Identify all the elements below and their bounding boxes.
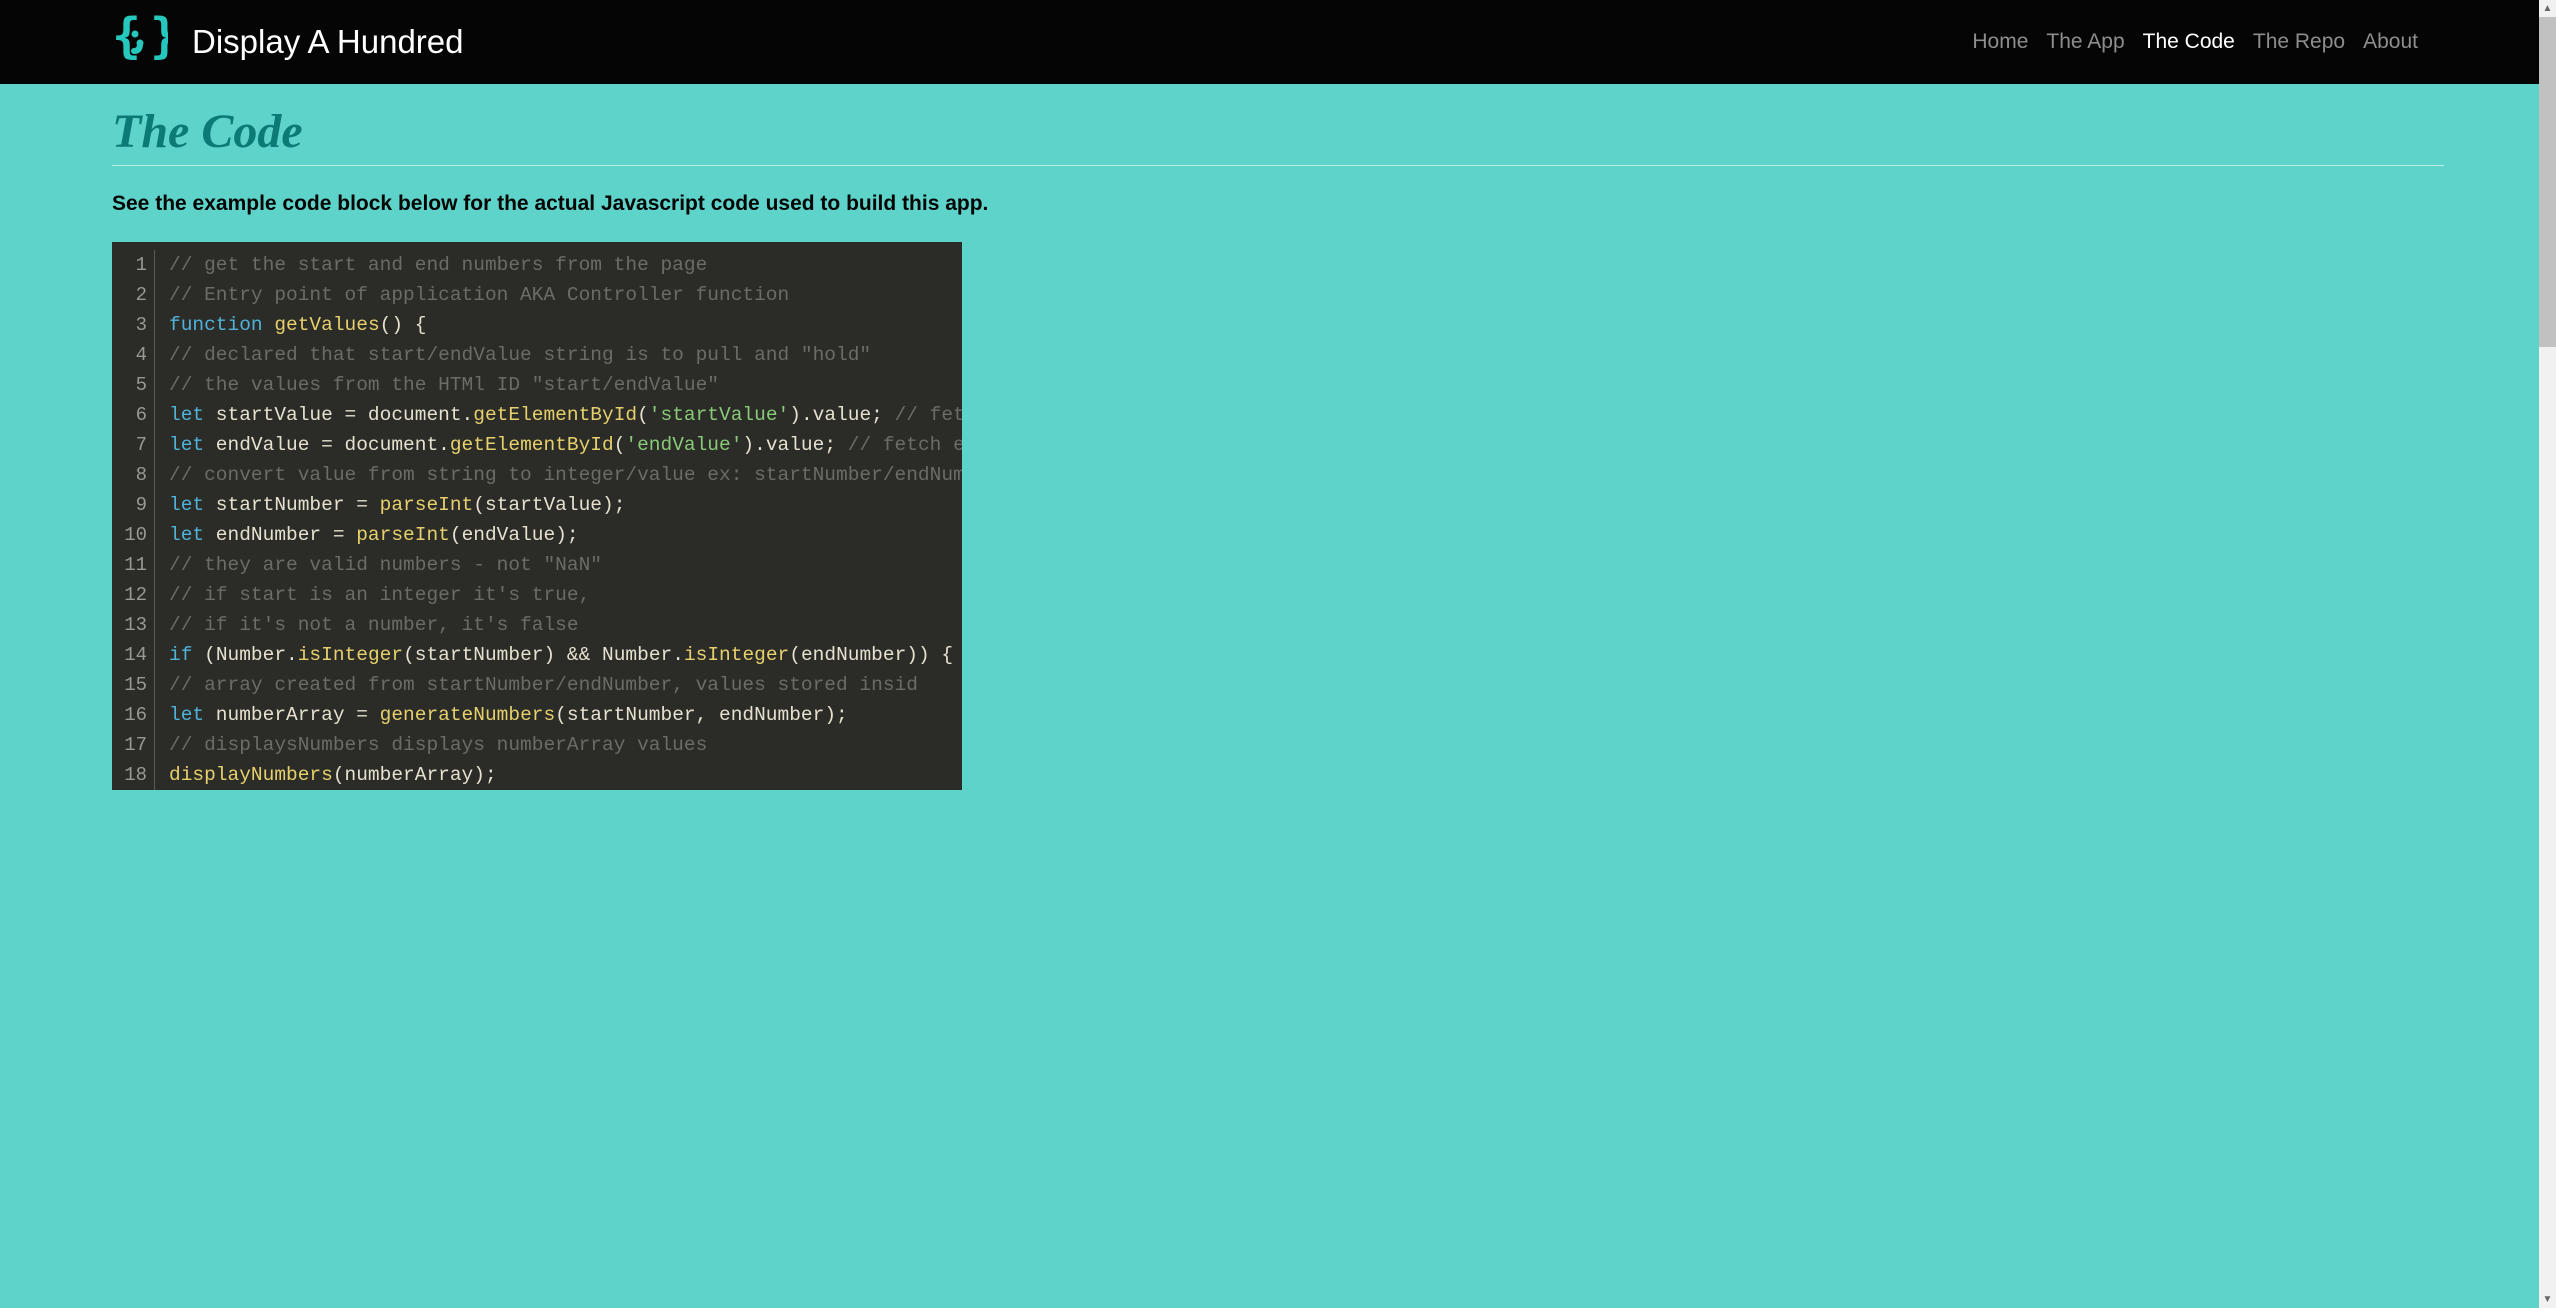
scrollbar-track[interactable]: ▲ ▼: [2539, 0, 2556, 1308]
svg-text:}: }: [150, 10, 168, 64]
line-number: 12: [119, 580, 147, 610]
line-number: 3: [119, 310, 147, 340]
scrollbar-up-arrow[interactable]: ▲: [2539, 0, 2556, 17]
code-block: 123456789101112131415161718 // get the s…: [112, 242, 962, 790]
code-line: function getValues() {: [169, 310, 962, 340]
line-number: 13: [119, 610, 147, 640]
page-title: The Code: [112, 104, 2444, 165]
page-subtitle: See the example code block below for the…: [112, 192, 2444, 216]
code-line: // displaysNumbers displays numberArray …: [169, 730, 962, 760]
line-number: 5: [119, 370, 147, 400]
brand-title: Display A Hundred: [192, 23, 464, 61]
code-line: let endValue = document.getElementById('…: [169, 430, 962, 460]
line-number: 15: [119, 670, 147, 700]
logo-icon: { }: [112, 10, 168, 74]
code-line: let startValue = document.getElementById…: [169, 400, 962, 430]
navbar: { } Display A Hundred Home The App The C…: [0, 0, 2556, 84]
code-line: let startNumber = parseInt(startValue);: [169, 490, 962, 520]
line-number: 17: [119, 730, 147, 760]
nav-link-the-code[interactable]: The Code: [2143, 30, 2235, 54]
scrollbar-thumb[interactable]: [2539, 17, 2556, 347]
nav-links: Home The App The Code The Repo About: [1972, 30, 2418, 54]
code-line: // if it's not a number, it's false: [169, 610, 962, 640]
code-line: // declared that start/endValue string i…: [169, 340, 962, 370]
line-number: 6: [119, 400, 147, 430]
code-gutter: 123456789101112131415161718: [112, 250, 155, 790]
divider: [112, 165, 2444, 166]
nav-link-about[interactable]: About: [2363, 30, 2418, 54]
code-line: // the values from the HTMl ID "start/en…: [169, 370, 962, 400]
line-number: 16: [119, 700, 147, 730]
code-line: // convert value from string to integer/…: [169, 460, 962, 490]
line-number: 1: [119, 250, 147, 280]
code-line: // Entry point of application AKA Contro…: [169, 280, 962, 310]
code-line: displayNumbers(numberArray);: [169, 760, 962, 790]
line-number: 7: [119, 430, 147, 460]
brand[interactable]: { } Display A Hundred: [112, 10, 464, 74]
line-number: 14: [119, 640, 147, 670]
nav-link-the-repo[interactable]: The Repo: [2253, 30, 2345, 54]
line-number: 2: [119, 280, 147, 310]
nav-link-home[interactable]: Home: [1972, 30, 2028, 54]
line-number: 11: [119, 550, 147, 580]
code-line: // array created from startNumber/endNum…: [169, 670, 962, 700]
line-number: 10: [119, 520, 147, 550]
line-number: 8: [119, 460, 147, 490]
code-line: if (Number.isInteger(startNumber) && Num…: [169, 640, 962, 670]
code-line: let endNumber = parseInt(endValue);: [169, 520, 962, 550]
line-number: 18: [119, 760, 147, 790]
nav-link-the-app[interactable]: The App: [2046, 30, 2124, 54]
content: The Code See the example code block belo…: [0, 84, 2556, 790]
scrollbar-down-arrow[interactable]: ▼: [2539, 1291, 2556, 1308]
line-number: 4: [119, 340, 147, 370]
code-line: // they are valid numbers - not "NaN": [169, 550, 962, 580]
line-number: 9: [119, 490, 147, 520]
code-line: let numberArray = generateNumbers(startN…: [169, 700, 962, 730]
code-lines: // get the start and end numbers from th…: [155, 250, 962, 790]
code-line: // if start is an integer it's true,: [169, 580, 962, 610]
code-line: // get the start and end numbers from th…: [169, 250, 962, 280]
